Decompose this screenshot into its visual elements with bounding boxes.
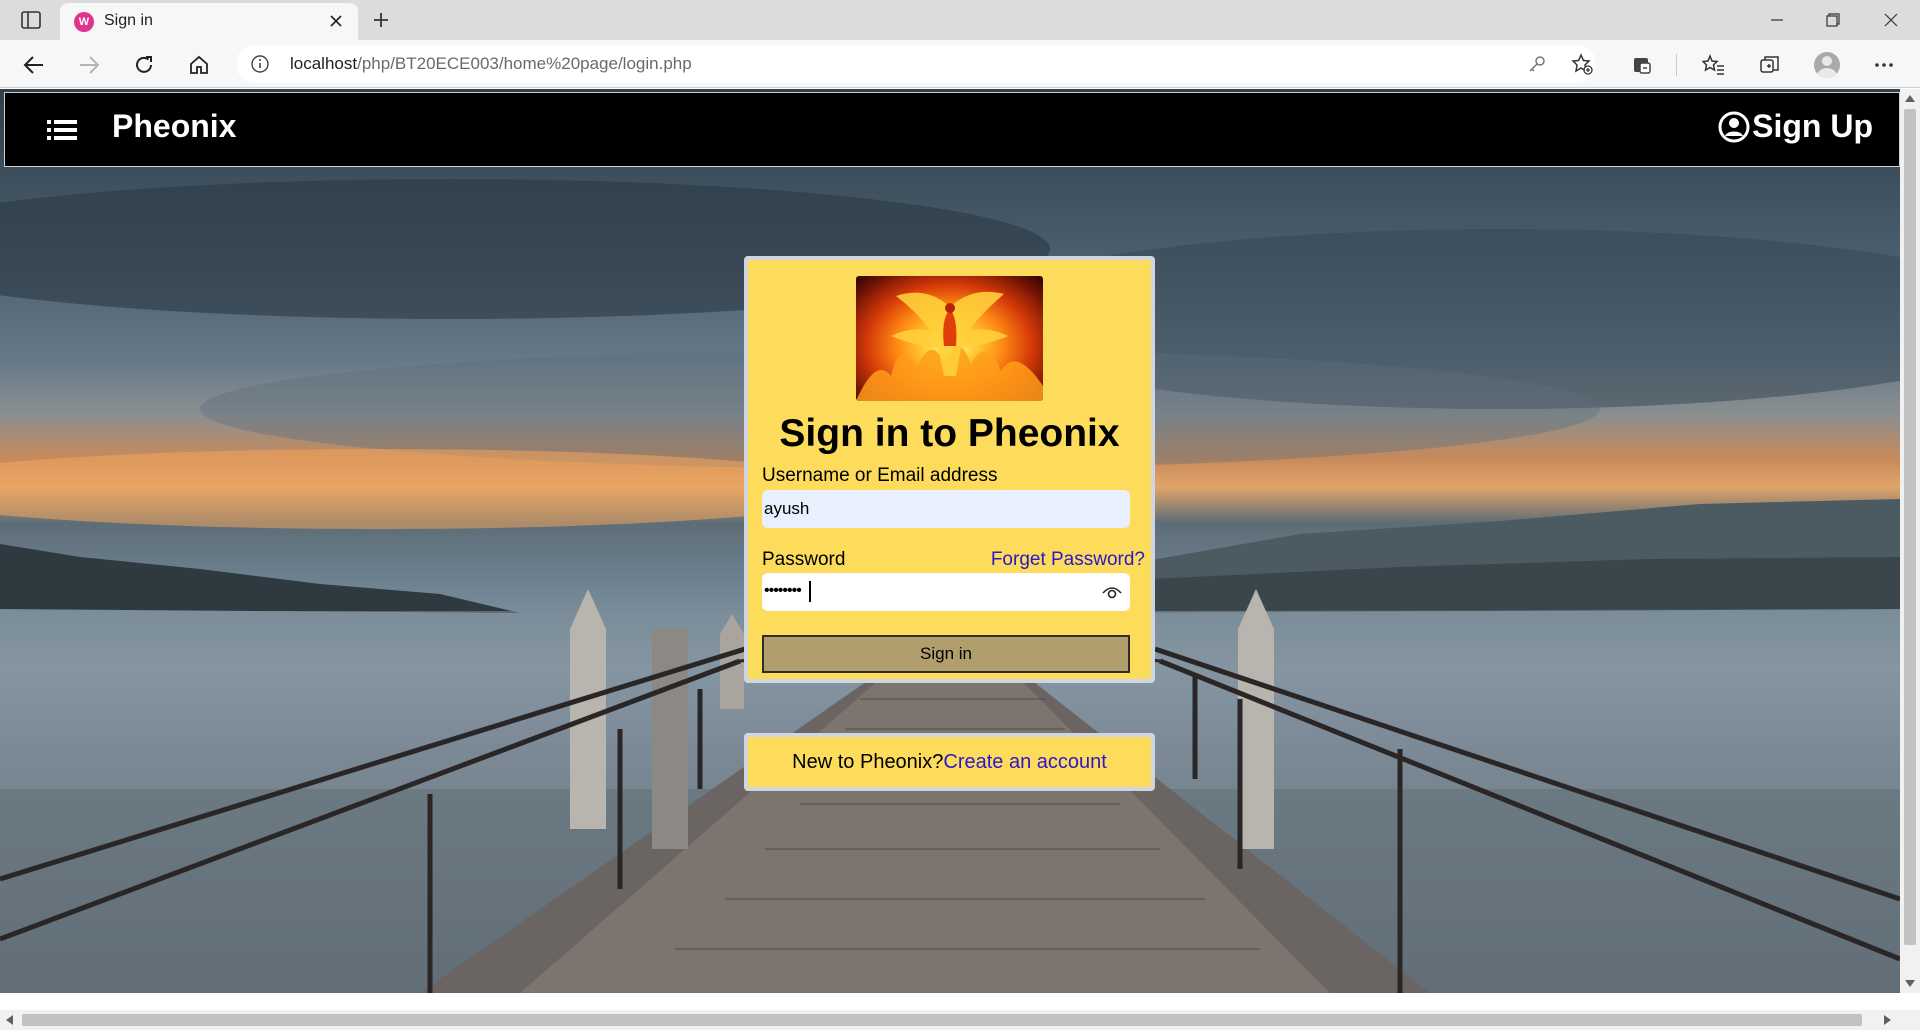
scroll-left-arrow-icon[interactable] [6,1015,13,1025]
vertical-scrollbar[interactable] [1900,89,1920,993]
user-circle-icon [1718,111,1750,142]
tab-close-icon[interactable] [326,11,346,31]
scroll-right-arrow-icon[interactable] [1884,1015,1891,1025]
url-host: localhost [290,54,358,73]
tab-strip: W Sign in [0,0,1920,40]
scroll-down-arrow-icon[interactable] [1905,980,1915,987]
minimize-icon[interactable] [1752,6,1802,34]
tab-favicon-icon: W [74,12,94,32]
favorites-icon[interactable] [1699,50,1729,80]
signup-link[interactable]: Sign Up [1718,108,1873,145]
new-tab-icon[interactable] [368,7,394,33]
url-path: /php/BT20ECE003/home%20page/login.php [357,54,692,73]
reveal-password-eye-icon[interactable] [1102,583,1122,601]
new-user-prompt: New to Pheonix? [792,750,944,773]
horizontal-scroll-thumb[interactable] [22,1014,1862,1026]
extension-icon[interactable] [1628,50,1658,80]
restore-icon[interactable] [1808,6,1858,34]
home-icon[interactable] [184,50,214,80]
address-bar[interactable]: localhost/php/BT20ECE003/home%20page/log… [236,45,1596,83]
forget-password-link[interactable]: Forget Password? [991,549,1145,571]
tab-actions-menu-icon[interactable] [18,8,44,32]
password-masked-value: •••••••• [764,582,802,599]
add-favorite-icon[interactable] [1571,53,1593,75]
toolbar-separator [1676,54,1677,76]
phoenix-logo [856,276,1043,401]
url-text: localhost/php/BT20ECE003/home%20page/log… [290,54,692,74]
window-close-icon[interactable] [1866,6,1916,34]
key-icon[interactable] [1526,53,1548,75]
browser-toolbar: localhost/php/BT20ECE003/home%20page/log… [0,40,1920,88]
password-label: Password [762,549,846,570]
back-icon[interactable] [19,50,49,80]
login-card: Sign in to Pheonix Username or Email add… [744,256,1155,683]
tab-title: Sign in [104,12,153,29]
reload-icon[interactable] [129,50,159,80]
menu-list-icon[interactable] [47,117,77,143]
password-input[interactable]: •••••••• [762,573,1130,611]
collections-icon[interactable] [1755,50,1785,80]
forward-icon[interactable] [74,50,104,80]
signin-button[interactable]: Sign in [762,635,1130,673]
horizontal-scrollbar[interactable] [0,1010,1920,1030]
username-input[interactable] [762,490,1130,528]
text-caret [809,581,811,602]
create-account-link[interactable]: Create an account [943,751,1106,774]
site-navbar: Pheonix Sign Up [4,92,1900,167]
brand-title[interactable]: Pheonix [112,108,236,145]
page-viewport: Pheonix Sign Up Sign in to Pheonix Usern… [0,89,1900,993]
signup-label: Sign Up [1752,108,1873,144]
browser-tab[interactable]: W Sign in [60,3,358,40]
username-label: Username or Email address [762,465,998,486]
more-options-icon[interactable] [1869,50,1899,80]
site-info-icon[interactable] [250,54,270,74]
vertical-scroll-thumb[interactable] [1904,109,1916,945]
profile-avatar-icon[interactable] [1812,50,1842,80]
create-account-card: New to Pheonix? Create an account [744,733,1155,791]
scroll-up-arrow-icon[interactable] [1905,95,1915,102]
signin-heading: Sign in to Pheonix [779,412,1120,455]
